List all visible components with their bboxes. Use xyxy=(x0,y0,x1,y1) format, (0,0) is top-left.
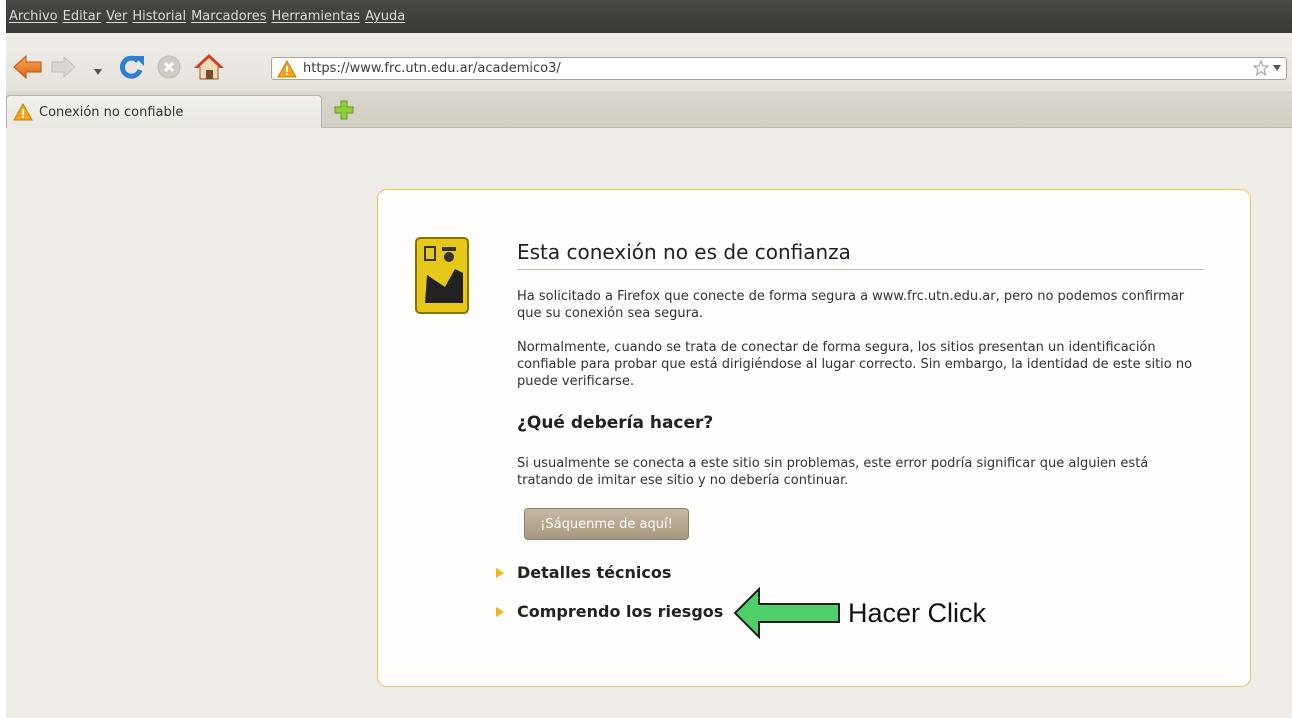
error-description: Ha solicitado a Firefox que conecte de f… xyxy=(517,289,1185,321)
navigation-toolbar: https://www.frc.utn.edu.ar/academico3/ xyxy=(6,33,1292,91)
home-button[interactable] xyxy=(193,52,225,86)
home-icon xyxy=(194,54,224,80)
technical-details-expander[interactable]: Detalles técnicos xyxy=(496,563,671,582)
forward-arrow-icon xyxy=(51,55,76,79)
what-should-i-do-heading: ¿Qué debería hacer? xyxy=(517,413,714,433)
menu-ayuda[interactable]: Ayuda xyxy=(365,9,405,24)
warning-icon xyxy=(13,103,33,121)
understand-risks-expander[interactable]: Comprendo los riesgos xyxy=(496,602,723,621)
reload-icon xyxy=(119,55,144,79)
url-bar-actions xyxy=(1253,60,1282,76)
history-dropdown-button[interactable] xyxy=(92,62,104,81)
page-content: Esta conexión no es de confianza Ha soli… xyxy=(6,128,1292,718)
back-button[interactable] xyxy=(12,53,44,85)
menu-marcadores[interactable]: Marcadores xyxy=(191,9,266,24)
stop-icon xyxy=(157,55,181,79)
technical-details-label: Detalles técnicos xyxy=(517,563,672,582)
expander-triangle-icon xyxy=(496,606,504,617)
forward-button[interactable] xyxy=(49,55,77,83)
tab-strip: Conexión no confiable xyxy=(6,91,1292,128)
site-identity-warning[interactable] xyxy=(277,59,297,78)
reload-button[interactable] xyxy=(117,53,147,85)
warning-icon xyxy=(277,59,297,77)
menu-editar[interactable]: Editar xyxy=(63,9,102,24)
new-tab-button[interactable] xyxy=(333,99,355,125)
security-officer-badge xyxy=(415,237,469,318)
url-dropdown-icon[interactable] xyxy=(1272,63,1282,73)
green-arrow-icon xyxy=(733,586,840,640)
tab-label: Conexión no confiable xyxy=(39,104,184,120)
security-officer-icon xyxy=(415,237,469,314)
plus-icon xyxy=(334,100,354,120)
back-arrow-icon xyxy=(13,54,42,80)
expander-triangle-icon xyxy=(496,567,504,578)
menu-ver[interactable]: Ver xyxy=(106,9,127,24)
error-title: Esta conexión no es de confianza xyxy=(517,240,1204,270)
menubar: Archivo Editar Ver Historial Marcadores … xyxy=(6,0,1292,33)
bookmark-star-icon[interactable] xyxy=(1253,60,1269,76)
url-text[interactable]: https://www.frc.utn.edu.ar/academico3/ xyxy=(303,61,561,76)
tab-untrusted-connection[interactable]: Conexión no confiable xyxy=(6,95,322,128)
menu-herramientas[interactable]: Herramientas xyxy=(272,9,361,24)
menu-historial[interactable]: Historial xyxy=(132,9,186,24)
url-bar[interactable]: https://www.frc.utn.edu.ar/academico3/ xyxy=(271,57,1287,80)
annotation-label: Hacer Click xyxy=(848,598,987,628)
annotation-arrow xyxy=(733,586,843,643)
stop-button[interactable] xyxy=(156,54,182,84)
error-explanation: Normalmente, cuando se trata de conectar… xyxy=(517,340,1193,389)
menu-archivo[interactable]: Archivo xyxy=(9,9,58,24)
get-me-out-button[interactable]: ¡Sáquenme de aquí! xyxy=(524,508,689,540)
browser-window: Archivo Editar Ver Historial Marcadores … xyxy=(6,0,1292,718)
history-dropdown-icon xyxy=(94,69,102,75)
what-should-i-do-text: Si usualmente se conecta a este sitio si… xyxy=(517,456,1149,488)
understand-risks-label: Comprendo los riesgos xyxy=(517,602,724,621)
